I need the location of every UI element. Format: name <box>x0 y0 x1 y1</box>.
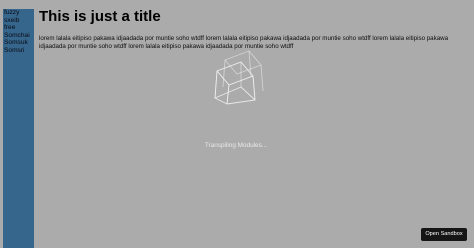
sidebar: fuzzy sxeib free Somchai Somsuk Somsri <box>3 9 34 248</box>
sandbox-preview: fuzzy sxeib free Somchai Somsuk Somsri T… <box>0 0 474 248</box>
sidebar-list: fuzzy sxeib free Somchai Somsuk Somsri <box>3 9 34 55</box>
page-title: This is just a title <box>39 8 161 25</box>
loading-status: Transpiling Modules... <box>204 142 268 149</box>
main-content: This is just a title lorem lalala eitipi… <box>39 8 471 51</box>
sidebar-item-somsuk[interactable]: Somsuk <box>3 39 34 47</box>
sidebar-item-somsri[interactable]: Somsri <box>3 47 34 55</box>
wireframe-cube-icon <box>214 50 264 105</box>
sidebar-item-sxeib[interactable]: sxeib <box>3 17 34 25</box>
sidebar-item-free[interactable]: free <box>3 24 34 32</box>
sidebar-item-fuzzy[interactable]: fuzzy <box>3 9 34 17</box>
sidebar-item-somchai[interactable]: Somchai <box>3 32 34 40</box>
open-sandbox-button[interactable]: Open Sandbox <box>421 228 467 241</box>
